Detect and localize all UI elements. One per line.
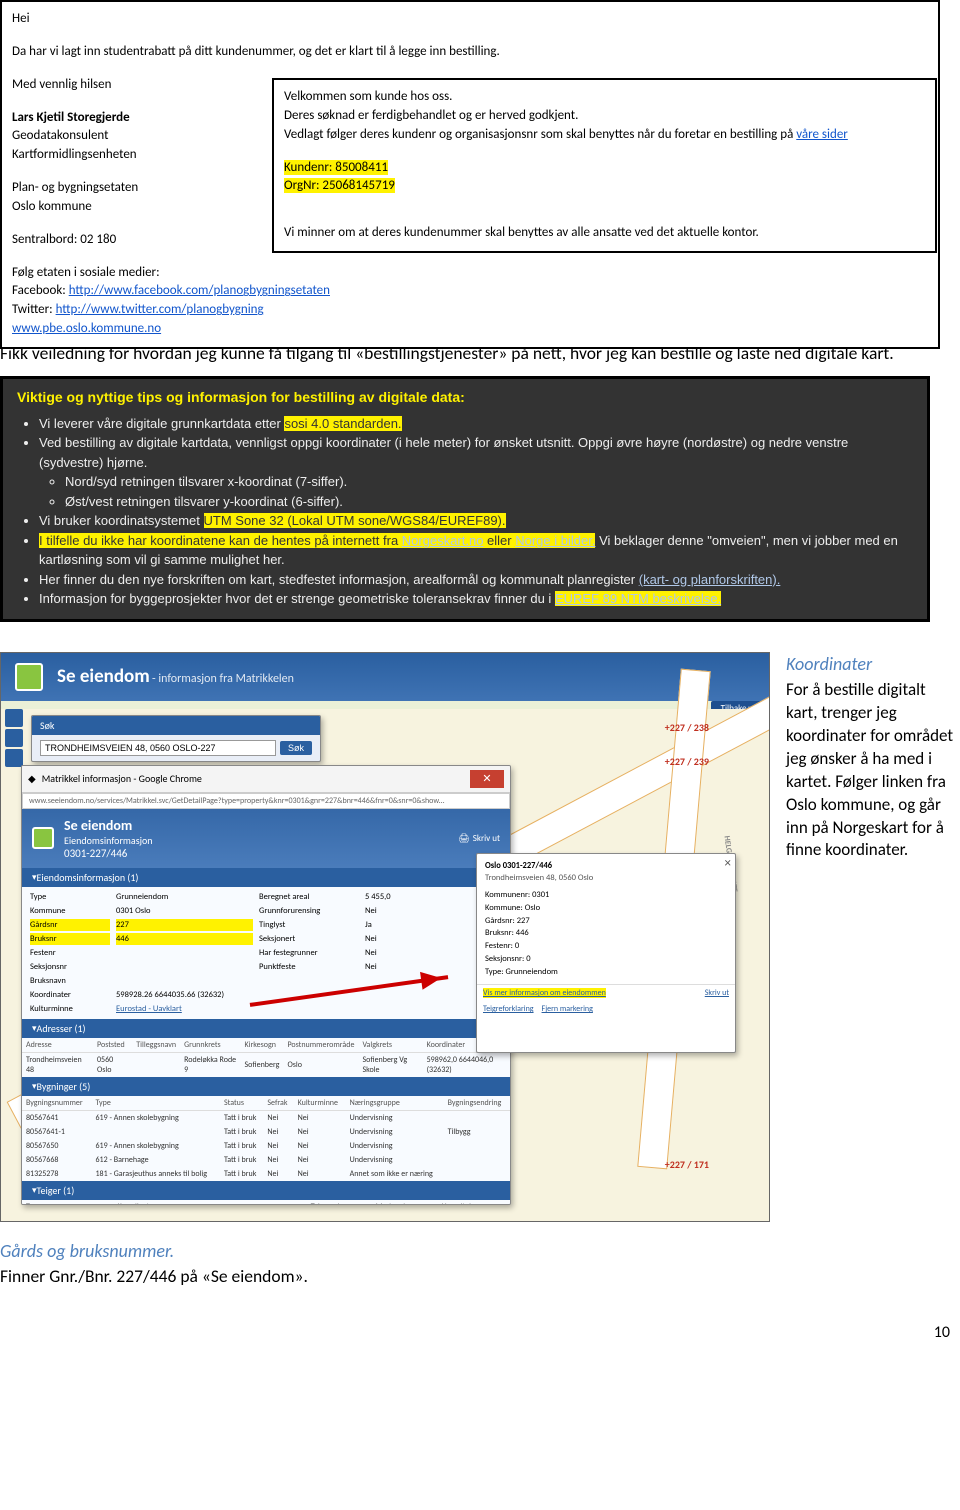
table-row: 80567650619 - Annen skolebygningTatt i b… [22,1139,510,1153]
email1-greeting: Hei [12,10,928,29]
email1-social-heading: Følg etaten i sosiale medier: [12,264,928,283]
map-popup: × Oslo 0301-227/446 Trondheimsveien 48, … [476,853,736,1053]
search-head: Søk [32,716,320,735]
popup-close-button[interactable]: × [725,856,731,871]
search-input[interactable] [40,740,276,756]
marker-1: +227 / 238 [665,721,709,734]
adresser-header-row: AdressePoststedTilleggsnavnGrunnkretsKir… [22,1038,510,1053]
se-eiendom-screenshot: Se eiendom - informasjon fra Matrikkelen… [0,652,770,1222]
tips-box: Viktige og nyttige tips og informasjon f… [0,376,930,622]
gards-text: Finner Gnr./Bnr. 227/446 på «Se eiendom»… [0,1265,960,1287]
koordinater-text: For å bestille digitalt kart, trenger je… [786,679,960,863]
email2-l4: Vi minner om at deres kundenummer skal b… [284,224,925,243]
adresser-table: AdressePoststedTilleggsnavnGrunnkretsKir… [22,1038,510,1077]
se-subtitle: - informasjon fra Matrikkelen [152,672,294,686]
tool-expand-icon[interactable] [5,709,23,727]
table-row: 80567641619 - Annen skolebygningTatt i b… [22,1110,510,1125]
table-row: 81325278181 - Garasjeuthus anneks til bo… [22,1167,510,1181]
koordinater-heading: Koordinater [786,652,960,676]
email2-l2: Deres søknad er ferdigbehandlet og er he… [284,107,925,126]
teiger-table: TypeKoordinaterTeigarealMerknadHovedteig… [22,1200,510,1205]
section-adresser[interactable]: Adresser (1) [22,1019,510,1038]
chrome-favicon-icon: ◆ [28,772,36,785]
marker-4: +227 / 171 [665,1158,709,1171]
section-eiendomsinfo[interactable]: Eiendomsinformasjon (1) [22,868,510,887]
twitter-link[interactable]: http://www.twitter.com/planogbygning [56,302,264,317]
window-titlebar: ◆ Matrikkel informasjon - Google Chrome … [22,766,510,793]
popup-more-info-link[interactable]: Vis mer informasjon om eiendommen [483,988,606,998]
tip-1: Vi leverer våre digitale grunnkartdata e… [39,414,913,434]
address-bar[interactable]: www.seeiendom.no/services/Matrikkel.svc/… [22,793,510,809]
popup-links: Vis mer informasjon om eiendommen Skriv … [477,984,735,1001]
popup-title: Oslo 0301-227/446 [485,860,727,873]
section-teiger[interactable]: Teiger (1) [22,1181,510,1200]
tip-2: Ved bestilling av digitale kartdata, ven… [39,433,913,511]
kartverket-logo-icon [15,663,43,691]
tip-6: Informasjon for byggeprosjekter hvor det… [39,589,913,609]
orgnr-highlight: OrgNr: 25068145719 [284,178,395,193]
table-row: 80567641-1Tatt i brukNeiNeiUndervisningT… [22,1125,510,1139]
fjern-markering-link[interactable]: Fjern markering [542,1004,593,1014]
se-eiendom-header: Se eiendom - informasjon fra Matrikkelen [1,653,769,701]
tool-home-icon[interactable] [5,729,23,747]
email1-tw: Twitter: http://www.twitter.com/planogby… [12,301,928,320]
window-close-button[interactable]: ✕ [470,770,504,788]
side-column: Koordinater For å bestille digitalt kart… [786,652,960,863]
popup-print-link[interactable]: Skriv ut [705,988,729,998]
search-panel: Søk Søk [31,715,321,762]
search-button[interactable]: Søk [280,741,312,755]
planforskrift-link[interactable]: (kart- og planforskriften). [639,572,781,587]
tip-4: I tilfelle du ikke har koordinatene kan … [39,531,913,570]
tip-2-2: Øst/vest retningen tilsvarer y-koordinat… [65,492,913,512]
bygninger-table: BygningsnummerTypeStatusSefrakKulturminn… [22,1096,510,1181]
tool-search-icon[interactable] [5,749,23,767]
map-tools [5,709,25,767]
email-screenshots: Hei Da har vi lagt inn studentrabatt på … [0,0,960,330]
kundenr-highlight: Kundenr: 85008411 [284,160,388,175]
print-button[interactable]: 🖨 Skriv ut [458,833,500,844]
tip-3: Vi bruker koordinatsystemet UTM Sone 32 … [39,511,913,531]
norgeskart-link[interactable]: Norgeskart.no [402,533,484,548]
kartverket-logo-small-icon [32,827,54,849]
email1-body: Da har vi lagt inn studentrabatt på ditt… [12,43,928,62]
facebook-link[interactable]: http://www.facebook.com/planogbygningset… [69,283,330,298]
table-row: Trondheimsveien 480560 OsloRodeløkka Rod… [22,1052,510,1077]
gards-bruksnr-block: Gårds og bruksnummer. Finner Gnr./Bnr. 2… [0,1240,960,1287]
page-number: 10 [0,1323,950,1342]
pbe-link[interactable]: www.pbe.oslo.kommune.no [12,321,161,336]
bygninger-header-row: BygningsnummerTypeStatusSefrakKulturminn… [22,1096,510,1111]
gards-heading: Gårds og bruksnummer. [0,1240,960,1262]
email-2: Velkommen som kunde hos oss. Deres søkna… [272,78,937,253]
email2-l3: Vedlagt følger deres kundenr og organisa… [284,126,925,145]
se-title: Se eiendom [57,665,150,688]
matrikkel-header: Se eiendom Eiendomsinformasjon 0301-227/… [22,809,510,868]
email2-l1: Velkommen som kunde hos oss. [284,88,925,107]
tips-title: Viktige og nyttige tips og informasjon f… [17,387,913,408]
tip-5: Her finner du den nye forskriften om kar… [39,570,913,590]
section-bygninger[interactable]: Bygninger (5) [22,1077,510,1096]
vare-sider-link[interactable]: våre sider [796,127,848,142]
eiendom-info-grid: TypeGrunneiendom Beregnet areal5 455,0 K… [22,887,510,1019]
norgeibilder-link[interactable]: Norge i bilder. [515,533,595,548]
euref-link[interactable]: EUREF 89 NTM beskrivelse. [555,591,721,606]
teiger-header-row: TypeKoordinaterTeigarealMerknadHovedteig [22,1200,510,1205]
teigforklaring-link[interactable]: Teigreforklaring [483,1004,534,1014]
popup-rows: Kommunenr: 0301 Kommune: Oslo Gårdsnr: 2… [485,889,727,978]
marker-2: +227 / 239 [665,755,709,768]
window-title: Matrikkel informasjon - Google Chrome [42,772,202,785]
table-row: 80567668612 - BarnehageTatt i brukNeiNei… [22,1153,510,1167]
tip-2-1: Nord/syd retningen tilsvarer x-koordinat… [65,472,913,492]
popup-address: Trondheimsveien 48, 0560 Oslo [485,872,727,885]
print-icon: 🖨 [458,833,469,844]
email1-fb: Facebook: http://www.facebook.com/planog… [12,282,928,301]
